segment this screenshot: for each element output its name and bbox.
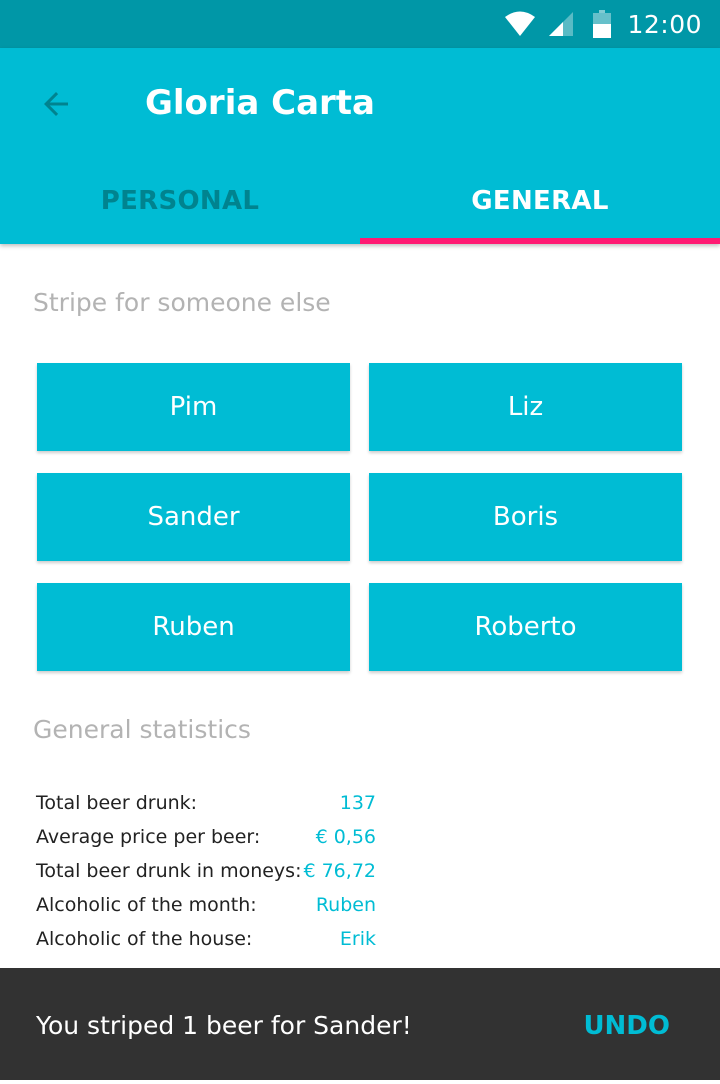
snackbar: You striped 1 beer for Sander! UNDO — [0, 968, 720, 1080]
stat-row: Total beer drunk in moneys: € 76,72 — [36, 854, 376, 888]
stat-row: Total beer drunk: 137 — [36, 786, 376, 820]
page-title: Gloria Carta — [145, 83, 375, 123]
tab-indicator — [360, 238, 720, 244]
stat-label: Alcoholic of the house: — [36, 928, 253, 950]
battery-icon — [593, 10, 612, 38]
stat-value: Ruben — [315, 894, 376, 916]
stat-value: € 0,56 — [315, 826, 376, 848]
person-button-ruben[interactable]: Ruben — [37, 583, 350, 671]
snackbar-message: You striped 1 beer for Sander! — [36, 1011, 412, 1040]
stat-label: Average price per beer: — [36, 826, 261, 848]
stat-label: Total beer drunk: — [36, 792, 198, 814]
person-button-boris[interactable]: Boris — [369, 473, 682, 561]
stats-table: Total beer drunk: 137 Average price per … — [36, 786, 376, 956]
stat-row: Alcoholic of the house: Erik — [36, 922, 376, 956]
status-time: 12:00 — [627, 9, 702, 39]
back-button[interactable] — [24, 72, 88, 136]
app-bar: Gloria Carta PERSONAL GENERAL — [0, 48, 720, 244]
stat-label: Total beer drunk in moneys: — [36, 860, 302, 882]
stats-section-heading: General statistics — [33, 715, 251, 744]
stat-label: Alcoholic of the month: — [36, 894, 257, 916]
signal-icon — [549, 12, 574, 36]
status-icons: 12:00 — [505, 0, 702, 48]
stat-value: Erik — [339, 928, 376, 950]
person-button-sander[interactable]: Sander — [37, 473, 350, 561]
stat-value: € 76,72 — [303, 860, 376, 882]
person-button-roberto[interactable]: Roberto — [369, 583, 682, 671]
wifi-icon — [505, 11, 536, 37]
tab-personal[interactable]: PERSONAL — [0, 158, 360, 244]
undo-button[interactable]: UNDO — [583, 968, 670, 1080]
person-button-pim[interactable]: Pim — [37, 363, 350, 451]
stat-row: Average price per beer: € 0,56 — [36, 820, 376, 854]
stripe-section-heading: Stripe for someone else — [33, 288, 331, 317]
stat-row: Alcoholic of the month: Ruben — [36, 888, 376, 922]
tab-general[interactable]: GENERAL — [360, 158, 720, 244]
stat-value: 137 — [339, 792, 376, 814]
person-button-liz[interactable]: Liz — [369, 363, 682, 451]
arrow-back-icon — [44, 92, 68, 116]
status-bar: 12:00 — [0, 0, 720, 48]
